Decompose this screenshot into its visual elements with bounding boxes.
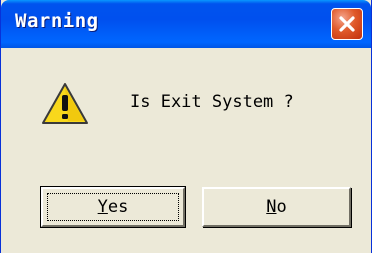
yes-button[interactable]: Yes [40,186,186,228]
yes-button-label: es [107,197,129,217]
no-button-label: o [276,197,287,217]
warning-icon [42,83,88,124]
no-button-mnemonic: N [266,197,277,217]
warning-dialog: Warning Is Exit System ? Yes No [0,0,372,253]
close-icon [339,16,355,32]
no-button[interactable]: No [202,187,351,227]
yes-button-mnemonic: Y [97,197,108,217]
dialog-title: Warning [15,10,99,32]
dialog-message: Is Exit System ? [130,92,294,112]
close-button[interactable] [331,8,363,40]
title-bar[interactable]: Warning [1,0,371,48]
